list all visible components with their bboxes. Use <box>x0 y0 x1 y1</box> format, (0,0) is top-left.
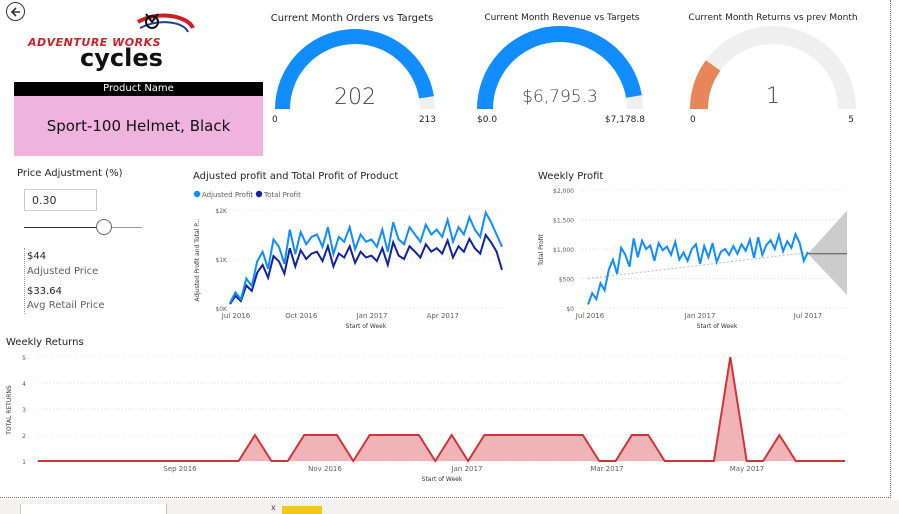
series-line <box>587 231 809 305</box>
x-tick-label: Jul 2017 <box>793 312 823 320</box>
y-tick-label: 5 <box>22 355 26 362</box>
y-tick-label: $2,000 <box>553 188 574 195</box>
x-tick-label: Nov 2016 <box>308 465 342 473</box>
returns-area <box>38 357 845 461</box>
chart-title: Adjusted profit and Total Profit of Prod… <box>193 171 398 182</box>
legend-marker <box>255 190 263 198</box>
x-tick-label: Jan 2017 <box>451 465 483 473</box>
gauge-value: $6,795.3 <box>522 87 598 107</box>
chart-title: Weekly Returns <box>6 337 84 348</box>
page-border-right <box>890 0 891 498</box>
chart-title: Weekly Profit <box>538 171 603 182</box>
series-line <box>229 232 503 305</box>
gauge-max-label: 213 <box>419 115 436 125</box>
active-page-tab[interactable] <box>282 506 322 514</box>
report-visuals: Current Month Orders vs Targets2020 213Cu… <box>6 13 858 483</box>
gauge-max-label: $7,178.8 <box>605 115 645 125</box>
y-tick-label: $1,000 <box>553 247 574 254</box>
gauge-value: 202 <box>334 85 376 110</box>
gauge-max-label: 5 <box>848 115 854 125</box>
y-tick-label: $2K <box>215 208 228 215</box>
gauge-title: Current Month Revenue vs Targets <box>484 13 640 23</box>
y-tick-label: 3 <box>22 407 26 414</box>
gauge-fill <box>690 60 721 109</box>
x-axis-title: Start of Week <box>346 323 387 330</box>
y-tick-label: $1K <box>215 257 228 264</box>
legend-marker <box>193 190 201 198</box>
x-tick-label: Oct 2016 <box>285 312 318 320</box>
legend-label: Adjusted Profit <box>202 191 253 199</box>
gauge-min-label: 0 <box>272 115 278 125</box>
y-tick-label: $1,500 <box>553 218 574 225</box>
y-axis-title: TOTAL RETURNS <box>6 385 13 436</box>
y-tick-label: 4 <box>22 381 26 388</box>
gauge-title: Current Month Returns vs prev Month <box>688 13 857 23</box>
y-axis-title: Total Profit <box>538 234 545 267</box>
gauge-title: Current Month Orders vs Targets <box>271 13 434 24</box>
page-tab[interactable] <box>20 504 167 514</box>
y-tick-label: $0 <box>566 306 574 313</box>
gauge-min-label: 0 <box>690 115 696 125</box>
forecast-band <box>808 210 847 296</box>
x-tick-label: Apr 2017 <box>427 312 459 320</box>
legend-label: Total Profit <box>263 191 301 199</box>
page-border-bottom <box>0 497 891 498</box>
x-tick-label: Jan 2017 <box>356 312 388 320</box>
y-tick-label: 1 <box>22 459 26 466</box>
x-tick-label: Jan 2017 <box>684 312 716 320</box>
x-tick-label: Mar 2017 <box>590 465 623 473</box>
gauge-value: 1 <box>766 84 780 109</box>
y-axis-title: Adjusted Profit and Total P... <box>194 218 201 301</box>
x-axis-title: Start of Week <box>697 323 738 330</box>
x-tick-label: Sep 2016 <box>163 465 197 473</box>
close-icon[interactable]: x <box>271 503 276 512</box>
y-tick-label: 2 <box>22 433 26 440</box>
gauge-min-label: $0.0 <box>477 115 497 125</box>
x-tick-label: May 2017 <box>730 465 765 473</box>
y-tick-label: $500 <box>559 277 574 284</box>
x-tick-label: Jul 2016 <box>221 312 251 320</box>
x-tick-label: Jul 2016 <box>575 312 605 320</box>
x-axis-title: Start of Week <box>422 476 463 483</box>
